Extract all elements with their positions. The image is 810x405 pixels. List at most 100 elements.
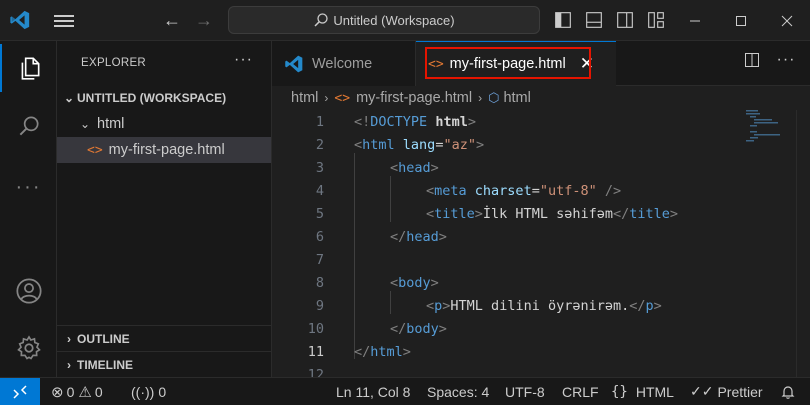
maximize-button[interactable] — [718, 0, 764, 41]
code-text: <meta charset="utf-8" /> — [426, 183, 621, 199]
problems-indicator[interactable]: ⊗ 0 ⚠ 0 — [51, 378, 103, 405]
warning-count: 0 — [94, 383, 103, 400]
folder-html[interactable]: ⌄ html — [57, 111, 271, 137]
code-token: > — [467, 113, 476, 130]
encoding[interactable]: UTF-8 — [505, 378, 545, 405]
code-line[interactable]: 8 <body> — [272, 271, 738, 294]
toggle-primary-sidebar-icon[interactable] — [554, 11, 572, 29]
code-line[interactable]: 11 </html> — [272, 340, 738, 363]
code-token: > — [430, 274, 439, 291]
line-number: 1 — [315, 113, 324, 130]
activity-manage[interactable] — [0, 324, 57, 372]
back-arrow-icon[interactable]: ← — [160, 9, 184, 31]
indentation[interactable]: Spaces: 4 — [427, 378, 489, 405]
line-number: 2 — [315, 136, 324, 153]
activity-search[interactable] — [0, 102, 57, 150]
ports-indicator[interactable]: ((·)) 0 — [131, 378, 166, 405]
code-text: </head> — [390, 229, 447, 245]
files-icon — [21, 57, 39, 80]
code-token: > — [438, 320, 447, 337]
code-line[interactable]: 6 </head> — [272, 225, 738, 248]
cursor-position[interactable]: Ln 11, Col 8 — [336, 378, 410, 405]
timeline-section[interactable]: › TIMELINE — [57, 351, 271, 377]
code-line[interactable]: 1 <!DOCTYPE html> — [272, 110, 738, 133]
remote-indicator[interactable] — [0, 378, 40, 405]
close-window-button[interactable] — [764, 0, 810, 41]
breadcrumb-folder[interactable]: html — [291, 90, 318, 106]
tab-welcome[interactable]: Welcome — [272, 41, 416, 86]
line-number: 3 — [315, 159, 324, 176]
code-token: < — [390, 274, 399, 291]
code-token: title — [434, 205, 475, 222]
activity-accounts[interactable] — [0, 267, 57, 315]
breadcrumb-file[interactable]: my-first-page.html — [356, 90, 472, 106]
outline-section[interactable]: › OUTLINE — [57, 325, 271, 351]
command-center-search[interactable]: Untitled (Workspace) — [228, 6, 540, 34]
code-line[interactable]: 5 <title>İlk HTML səhifəm</title> — [272, 202, 738, 225]
code-token: < — [426, 297, 435, 314]
code-token: = — [531, 182, 540, 199]
code-token: head — [406, 228, 439, 245]
breadcrumb-symbol[interactable]: html — [503, 90, 530, 106]
activity-explorer[interactable] — [0, 44, 57, 92]
workspace-root[interactable]: ⌄ UNTITLED (WORKSPACE) — [57, 85, 271, 111]
html-file-icon: <> — [334, 90, 351, 106]
code-token: > — [430, 159, 439, 176]
code-text: <p>HTML dilini öyrənirəm.</p> — [426, 298, 662, 314]
line-number: 4 — [315, 182, 324, 199]
timeline-label: TIMELINE — [77, 357, 133, 372]
title-bar: ← → Untitled (Workspace) — [0, 0, 810, 41]
tab-label: Welcome — [312, 55, 373, 72]
code-token: "utf-8" — [539, 182, 597, 199]
language-label: HTML — [635, 383, 674, 400]
line-number: 10 — [307, 320, 324, 337]
explorer-sidebar: EXPLORER ··· ⌄ UNTITLED (WORKSPACE) ⌄ ht… — [57, 41, 272, 377]
highlight-box — [425, 47, 591, 79]
code-token: /> — [604, 182, 622, 199]
chevron-right-icon: › — [67, 357, 71, 372]
code-line[interactable]: 10 </body> — [272, 317, 738, 340]
code-line[interactable]: 7 — [272, 248, 738, 271]
forward-arrow-icon[interactable]: → — [192, 9, 216, 31]
prettier-status[interactable]: ✓✓ Prettier — [690, 378, 763, 405]
language-mode[interactable]: {} HTML — [611, 378, 674, 405]
explorer-more-actions[interactable]: ··· — [234, 51, 253, 69]
customize-layout-icon[interactable] — [647, 11, 665, 29]
braces-icon: {} — [611, 383, 628, 400]
editor-more-actions[interactable]: ··· — [776, 50, 796, 70]
gear-icon — [16, 335, 41, 360]
line-number: 5 — [315, 205, 324, 222]
split-editor-icon — [745, 53, 759, 67]
file-my-first-page[interactable]: <> my-first-page.html — [57, 137, 271, 163]
code-token: </ — [612, 205, 630, 222]
code-line[interactable]: 4 <meta charset="utf-8" /> — [272, 179, 738, 202]
code-token: HTML dilini öyrənirəm. — [450, 297, 630, 314]
notifications-button[interactable] — [780, 378, 796, 405]
minimize-button[interactable] — [672, 0, 718, 41]
code-line[interactable]: 3 <head> — [272, 156, 738, 179]
code-token: html — [362, 136, 395, 153]
code-token: html — [435, 113, 468, 130]
chevron-right-icon: › — [478, 91, 483, 105]
split-editor-button[interactable] — [742, 50, 762, 70]
toggle-secondary-sidebar-icon[interactable] — [616, 11, 634, 29]
code-editor[interactable]: 1 <!DOCTYPE html> 2 <html lang="az"> 3 <head>… — [272, 110, 738, 383]
code-line[interactable]: 9 <p>HTML dilini öyrənirəm.</p> — [272, 294, 738, 317]
folder-label: html — [97, 116, 125, 132]
more-views-icon[interactable]: ··· — [0, 163, 57, 211]
ports-count: 0 — [158, 383, 167, 400]
toggle-panel-icon[interactable] — [585, 11, 603, 29]
editor-scrollbar[interactable] — [796, 110, 810, 377]
menu-icon[interactable] — [54, 12, 74, 28]
bell-icon — [781, 385, 795, 399]
code-token: < — [426, 182, 435, 199]
code-text: <head> — [390, 160, 439, 176]
activity-bar: ··· — [0, 41, 57, 377]
code-line[interactable]: 2 <html lang="az"> — [272, 133, 738, 156]
end-of-line[interactable]: CRLF — [562, 378, 599, 405]
minimize-icon — [690, 20, 700, 21]
status-bar: ⊗ 0 ⚠ 0 ((·)) 0 Ln 11, Col 8 Spaces: 4 U… — [0, 377, 810, 405]
code-token: < — [390, 159, 399, 176]
